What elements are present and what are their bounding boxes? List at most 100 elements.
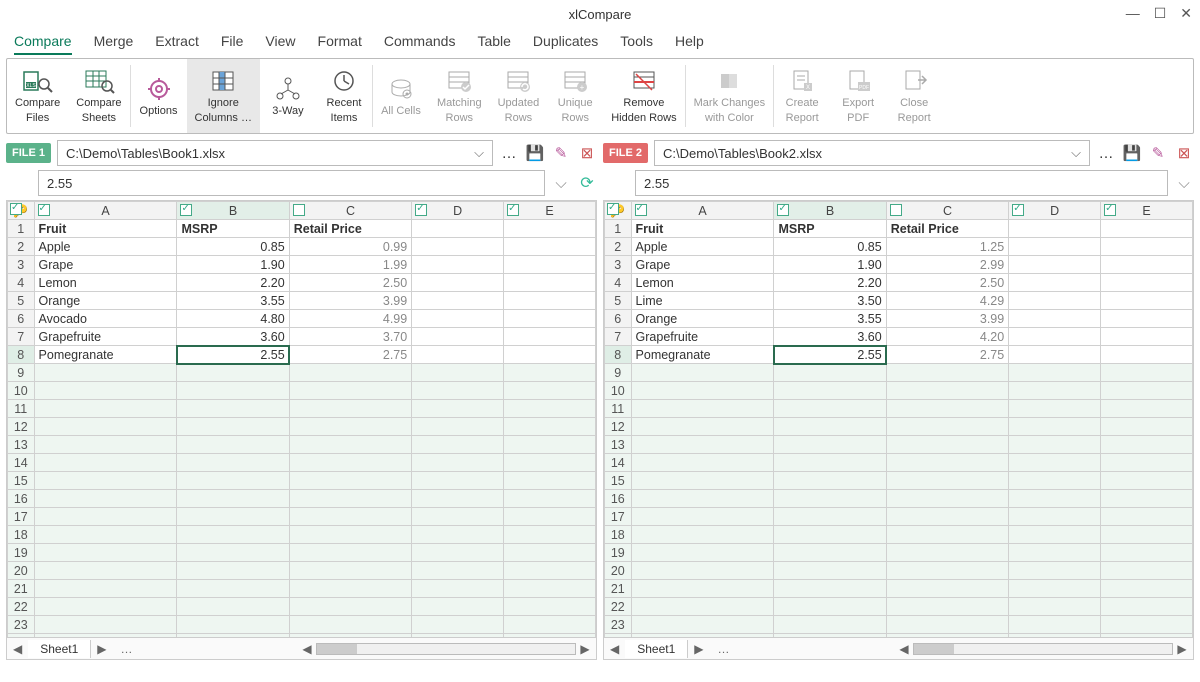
cell[interactable] <box>412 382 504 400</box>
cell[interactable] <box>412 238 504 256</box>
hscroll-left[interactable]: ◀▶ <box>300 642 592 656</box>
cell[interactable] <box>631 418 774 436</box>
cell[interactable]: 0.85 <box>177 238 289 256</box>
cell[interactable] <box>412 220 504 238</box>
cell[interactable]: 1.99 <box>289 256 412 274</box>
cell[interactable] <box>774 508 886 526</box>
row-header[interactable]: 13 <box>605 436 632 454</box>
cell[interactable] <box>412 472 504 490</box>
ribbon-ignore-columns[interactable]: IgnoreColumns … <box>187 59 260 133</box>
cell[interactable] <box>504 472 596 490</box>
cell[interactable] <box>886 562 1009 580</box>
cell[interactable] <box>412 616 504 634</box>
row-header[interactable]: 15 <box>8 472 35 490</box>
cell[interactable] <box>1009 292 1101 310</box>
row-header[interactable]: 20 <box>605 562 632 580</box>
menu-help[interactable]: Help <box>675 33 704 49</box>
cell[interactable] <box>412 580 504 598</box>
cell[interactable]: Apple <box>631 238 774 256</box>
cell[interactable] <box>34 454 177 472</box>
row-header[interactable]: 1 <box>605 220 632 238</box>
cell[interactable] <box>774 490 886 508</box>
cell[interactable] <box>1009 544 1101 562</box>
cell[interactable] <box>1101 508 1193 526</box>
cell[interactable]: 4.99 <box>289 310 412 328</box>
cell[interactable]: 3.55 <box>774 310 886 328</box>
row-header[interactable]: 2 <box>605 238 632 256</box>
cell[interactable] <box>34 562 177 580</box>
cell[interactable]: Lemon <box>631 274 774 292</box>
cell[interactable] <box>1101 238 1193 256</box>
cell[interactable]: Grapefruite <box>631 328 774 346</box>
cell[interactable] <box>1009 490 1101 508</box>
col-check-icon[interactable] <box>507 204 519 216</box>
menu-merge[interactable]: Merge <box>94 33 134 49</box>
row-header[interactable]: 21 <box>605 580 632 598</box>
ribbon-three-way[interactable]: 3-Way <box>260 59 316 133</box>
col-header-C[interactable]: C <box>289 202 412 220</box>
row-header[interactable]: 13 <box>8 436 35 454</box>
row-header[interactable]: 5 <box>605 292 632 310</box>
cell[interactable]: 1.25 <box>886 238 1009 256</box>
cell[interactable] <box>177 472 289 490</box>
cell[interactable] <box>504 238 596 256</box>
row-header[interactable]: 8 <box>8 346 35 364</box>
row-header[interactable]: 2 <box>8 238 35 256</box>
cell[interactable] <box>774 544 886 562</box>
cell[interactable] <box>1101 274 1193 292</box>
cell[interactable] <box>1009 274 1101 292</box>
cell[interactable] <box>1009 418 1101 436</box>
cell[interactable] <box>1009 562 1101 580</box>
more-icon[interactable]: … <box>499 143 519 163</box>
edit-icon[interactable]: ✎ <box>1148 143 1168 163</box>
cell[interactable] <box>412 562 504 580</box>
tab-menu-icon[interactable]: … <box>113 642 141 656</box>
menu-format[interactable]: Format <box>318 33 362 49</box>
cell[interactable] <box>289 544 412 562</box>
cell[interactable] <box>177 598 289 616</box>
cell[interactable]: MSRP <box>774 220 886 238</box>
tab-menu-icon[interactable]: … <box>710 642 738 656</box>
cell[interactable]: Lime <box>631 292 774 310</box>
edit-icon[interactable]: ✎ <box>551 143 571 163</box>
cell[interactable] <box>504 526 596 544</box>
cell[interactable] <box>412 490 504 508</box>
cell[interactable] <box>177 544 289 562</box>
cell[interactable] <box>774 526 886 544</box>
cell[interactable] <box>34 526 177 544</box>
cell[interactable] <box>177 490 289 508</box>
cell[interactable] <box>1101 436 1193 454</box>
cell[interactable] <box>177 418 289 436</box>
cell[interactable] <box>177 562 289 580</box>
row-header[interactable]: 20 <box>8 562 35 580</box>
cell[interactable] <box>1101 562 1193 580</box>
chevron-down-icon[interactable]: ⌵ <box>1071 145 1081 161</box>
cell[interactable] <box>886 490 1009 508</box>
cell[interactable] <box>504 274 596 292</box>
cell[interactable] <box>631 544 774 562</box>
row-header[interactable]: 10 <box>8 382 35 400</box>
cell[interactable] <box>886 454 1009 472</box>
cell[interactable] <box>504 220 596 238</box>
menu-table[interactable]: Table <box>477 33 510 49</box>
cell[interactable] <box>774 364 886 382</box>
cell[interactable] <box>886 400 1009 418</box>
cell[interactable] <box>504 346 596 364</box>
cell[interactable] <box>1101 616 1193 634</box>
cell[interactable] <box>631 472 774 490</box>
cell[interactable] <box>504 490 596 508</box>
cell[interactable] <box>1009 238 1101 256</box>
cell[interactable]: Grapefruite <box>34 328 177 346</box>
cell[interactable] <box>177 400 289 418</box>
cell[interactable]: 2.99 <box>886 256 1009 274</box>
expand-icon[interactable]: ⌵ <box>551 173 571 193</box>
cell[interactable] <box>412 346 504 364</box>
cell[interactable]: Lemon <box>34 274 177 292</box>
cell[interactable] <box>289 598 412 616</box>
cell[interactable] <box>289 364 412 382</box>
sheet-tab[interactable]: Sheet1 <box>28 640 91 658</box>
cell[interactable] <box>412 292 504 310</box>
cell[interactable]: 2.20 <box>177 274 289 292</box>
tab-nav-prev[interactable]: ◀ <box>7 642 28 656</box>
row-header[interactable]: 12 <box>8 418 35 436</box>
